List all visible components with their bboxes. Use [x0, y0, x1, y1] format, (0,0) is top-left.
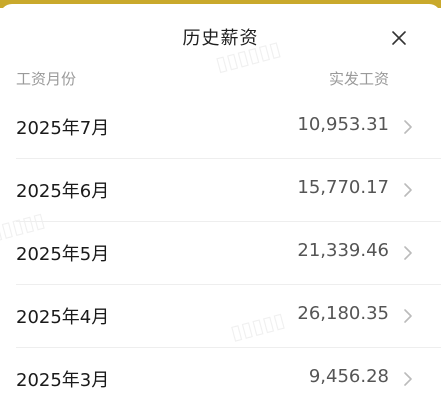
salary-month: 2025年4月: [16, 307, 110, 328]
salary-amount: 10,953.31: [297, 114, 389, 135]
salary-history-screen: ▯▯▯▯▯▯ ▯▯▯▯▯ ▯▯▯▯▯ 历史薪资 工资月份 实发工资 2025年7…: [0, 0, 441, 420]
chevron-right-icon: [404, 120, 412, 134]
month-column-label: 工资月份: [16, 70, 77, 88]
close-icon: [392, 31, 406, 45]
chevron-right-icon: [404, 372, 412, 386]
salary-amount: 15,770.17: [297, 177, 389, 198]
salary-amount: 26,180.35: [297, 303, 389, 324]
chevron-right-icon: [404, 246, 412, 260]
chevron-right-icon: [404, 309, 412, 323]
salary-amount: 21,339.46: [297, 240, 389, 261]
sheet-header: 历史薪资: [0, 8, 441, 64]
salary-row[interactable]: 2025年3月 9,456.28: [0, 348, 441, 410]
amount-column-label: 实发工资: [328, 70, 389, 88]
chevron-right-icon: [404, 183, 412, 197]
salary-month: 2025年7月: [16, 118, 110, 139]
salary-row[interactable]: 2025年6月 15,770.17: [0, 159, 441, 221]
page-title: 历史薪资: [182, 28, 259, 49]
close-button[interactable]: [387, 26, 411, 50]
salary-row[interactable]: 2025年7月 10,953.31: [0, 96, 441, 158]
salary-month: 2025年5月: [16, 244, 110, 265]
salary-row[interactable]: 2025年5月 21,339.46: [0, 222, 441, 284]
salary-month: 2025年3月: [16, 370, 110, 391]
column-header: 工资月份 实发工资: [0, 64, 441, 96]
salary-month: 2025年6月: [16, 181, 110, 202]
bottom-sheet: ▯▯▯▯▯▯ ▯▯▯▯▯ ▯▯▯▯▯ 历史薪资 工资月份 实发工资 2025年7…: [0, 4, 441, 420]
salary-row[interactable]: 2025年4月 26,180.35: [0, 285, 441, 347]
salary-amount: 9,456.28: [308, 366, 389, 387]
